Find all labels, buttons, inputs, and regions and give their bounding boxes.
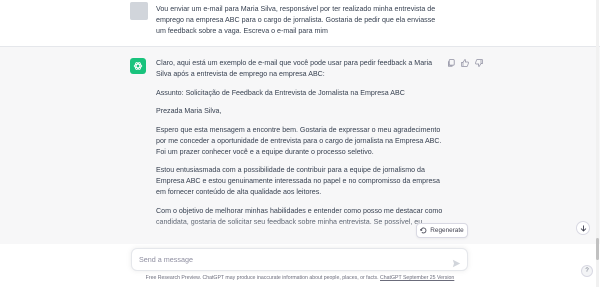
- assistant-paragraph: Com o objetivo de melhorar minhas habili…: [156, 206, 443, 226]
- regenerate-icon: [420, 227, 427, 234]
- assistant-message-row: Claro, aqui está um exemplo de e-mail qu…: [0, 47, 600, 244]
- copy-button[interactable]: [447, 59, 455, 67]
- scrollbar-thumb[interactable]: [596, 238, 599, 260]
- disclaimer-text: Free Research Preview. ChatGPT may produ…: [145, 275, 380, 281]
- message-composer: [131, 248, 468, 271]
- assistant-paragraph: Assunto: Solicitação de Feedback da Entr…: [156, 88, 405, 97]
- disclaimer-footer: Free Research Preview. ChatGPT may produ…: [0, 275, 600, 281]
- assistant-paragraph: Estou entusiasmada com a possibilidade d…: [156, 166, 440, 196]
- scroll-to-bottom-button[interactable]: [576, 221, 590, 235]
- help-label: ?: [585, 268, 589, 274]
- user-avatar: [130, 2, 148, 20]
- user-message-text: Vou enviar um e-mail para Maria Silva, r…: [156, 5, 436, 35]
- thumbs-down-icon: [475, 59, 483, 67]
- openai-logo-icon: [133, 62, 143, 70]
- regenerate-label: Regenerate: [430, 227, 464, 234]
- assistant-avatar: [130, 58, 146, 74]
- regenerate-button[interactable]: Regenerate: [416, 223, 468, 238]
- thumbs-up-button[interactable]: [461, 59, 469, 67]
- thumbs-down-button[interactable]: [475, 59, 483, 67]
- user-message-row: Vou enviar um e-mail para Maria Silva, r…: [0, 0, 600, 47]
- send-icon: [452, 259, 461, 268]
- copy-icon: [448, 59, 455, 67]
- help-button[interactable]: ?: [581, 265, 593, 277]
- assistant-paragraph: Claro, aqui está um exemplo de e-mail qu…: [156, 59, 433, 78]
- assistant-message-text: Claro, aqui está um exemplo de e-mail qu…: [156, 58, 446, 235]
- version-link[interactable]: ChatGPT September 25 Version: [380, 275, 454, 281]
- message-actions: [447, 59, 483, 67]
- thumbs-up-icon: [461, 59, 469, 67]
- page-scrollbar[interactable]: [596, 0, 599, 287]
- assistant-paragraph: Prezada Maria Silva,: [156, 107, 222, 115]
- assistant-paragraph: Espero que esta mensagem a encontre bem.…: [156, 125, 442, 156]
- message-input[interactable]: [139, 253, 439, 266]
- arrow-down-icon: [580, 224, 586, 232]
- send-button[interactable]: [452, 255, 461, 268]
